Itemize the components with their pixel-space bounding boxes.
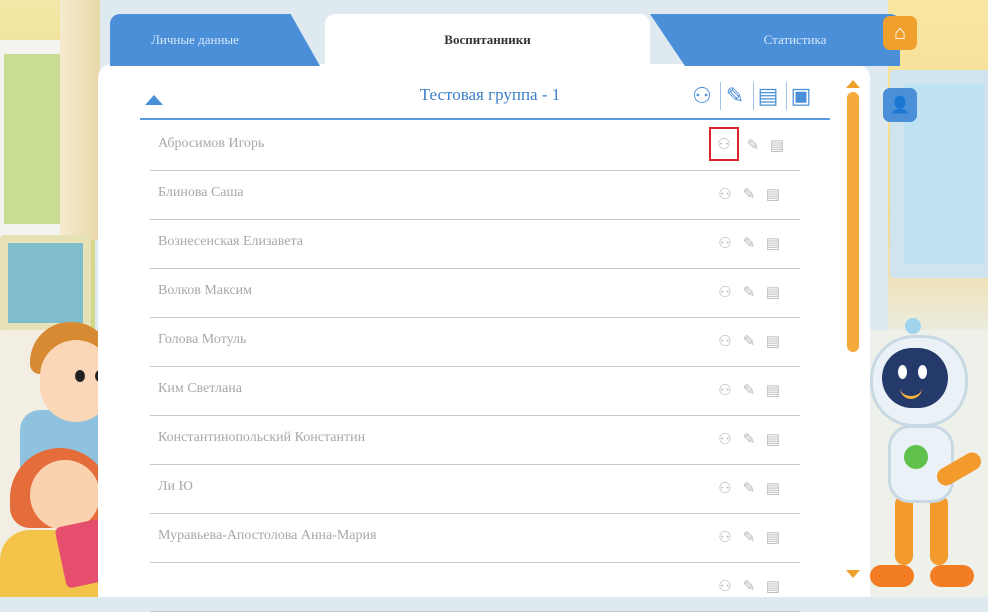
users-icon[interactable]: ⚇: [709, 127, 739, 161]
users-icon[interactable]: ⚇: [715, 526, 735, 548]
tab-personal-data-label: Личные данные: [151, 32, 239, 47]
robot-face: [882, 348, 948, 408]
student-row-actions: ⚇ ✎ ▤: [715, 379, 783, 401]
tab-statistics[interactable]: Статистика: [650, 14, 900, 66]
document-icon[interactable]: ▤: [763, 477, 783, 499]
document-icon[interactable]: ▤: [763, 281, 783, 303]
student-row-actions: ⚇ ✎ ▤: [715, 526, 783, 548]
document-icon[interactable]: ▤: [763, 183, 783, 205]
student-row[interactable]: Вознесенская Елизавета ⚇ ✎ ▤: [150, 220, 800, 269]
student-row-actions: ⚇ ✎ ▤: [715, 428, 783, 450]
users-icon[interactable]: ⚇: [715, 428, 735, 450]
users-icon[interactable]: ⚇: [688, 82, 716, 110]
users-icon[interactable]: ⚇: [715, 183, 735, 205]
student-name: Муравьева-Апостолова Анна-Мария: [158, 528, 377, 543]
student-row-actions: ⚇ ✎ ▤: [709, 127, 787, 161]
document-icon[interactable]: ▤: [763, 428, 783, 450]
users-icon[interactable]: ⚇: [715, 232, 735, 254]
scroll-down-arrow-icon[interactable]: [846, 570, 860, 578]
tab-statistics-label: Статистика: [763, 32, 827, 47]
document-filled-icon[interactable]: ▣: [786, 82, 815, 110]
student-row-actions: ⚇ ✎ ▤: [715, 477, 783, 499]
student-row[interactable]: Голова Мотуль ⚇ ✎ ▤: [150, 318, 800, 367]
scrollbar[interactable]: [846, 80, 860, 352]
document-icon[interactable]: ▤: [763, 330, 783, 352]
users-icon[interactable]: ⚇: [715, 330, 735, 352]
edit-icon[interactable]: ✎: [739, 379, 759, 401]
robot-leg: [930, 495, 948, 565]
edit-icon[interactable]: ✎: [739, 428, 759, 450]
student-row[interactable]: Блинова Саша ⚇ ✎ ▤: [150, 171, 800, 220]
robot-eye: [898, 365, 907, 379]
boy-eye: [75, 370, 85, 382]
document-icon[interactable]: ▤: [763, 526, 783, 548]
scroll-up-arrow-icon[interactable]: [846, 80, 860, 88]
left-shelf: [0, 235, 91, 331]
student-row[interactable]: ⚇ ✎ ▤: [150, 563, 800, 612]
student-name: Вознесенская Елизавета: [158, 234, 303, 249]
student-name: Абросимов Игорь: [158, 136, 265, 151]
document-icon[interactable]: ▤: [763, 232, 783, 254]
tab-pupils-label: Воспитанники: [444, 32, 531, 47]
student-name: Голова Мотуль: [158, 332, 247, 347]
edit-icon[interactable]: ✎: [739, 232, 759, 254]
user-stats-button[interactable]: 👤: [883, 88, 917, 122]
document-icon[interactable]: ▤: [767, 134, 787, 156]
student-row-actions: ⚇ ✎ ▤: [715, 183, 783, 205]
home-button[interactable]: ⌂: [883, 16, 917, 50]
home-icon: ⌂: [893, 21, 906, 44]
edit-icon[interactable]: ✎: [720, 82, 749, 110]
student-name: Константинопольский Константин: [158, 430, 366, 445]
student-row-actions: ⚇ ✎ ▤: [715, 281, 783, 303]
group-header-actions: ⚇ ✎ ▤ ▣: [688, 82, 815, 110]
robot-antenna: [905, 318, 921, 334]
document-icon[interactable]: ▤: [763, 379, 783, 401]
edit-icon[interactable]: ✎: [739, 526, 759, 548]
document-icon[interactable]: ▤: [753, 82, 782, 110]
student-name: Волков Максим: [158, 283, 253, 298]
users-icon[interactable]: ⚇: [715, 477, 735, 499]
users-icon[interactable]: ⚇: [715, 281, 735, 303]
tab-personal-data[interactable]: Личные данные: [110, 14, 320, 66]
student-list: Абросимов Игорь ⚇ ✎ ▤ Блинова Саша ⚇ ✎ ▤ Вознесе…: [150, 122, 800, 612]
student-row[interactable]: Константинопольский Константин ⚇ ✎ ▤: [150, 416, 800, 465]
student-row[interactable]: Ким Светлана ⚇ ✎ ▤: [150, 367, 800, 416]
robot-eye: [918, 365, 927, 379]
users-icon[interactable]: ⚇: [715, 575, 735, 597]
edit-icon[interactable]: ✎: [739, 183, 759, 205]
student-row-actions: ⚇ ✎ ▤: [715, 232, 783, 254]
edit-icon[interactable]: ✎: [739, 281, 759, 303]
student-name: Блинова Саша: [158, 185, 244, 200]
left-curtain: [60, 0, 100, 240]
robot-foot: [870, 565, 914, 587]
robot-leg: [895, 495, 913, 565]
student-row-actions: ⚇ ✎ ▤: [715, 575, 783, 597]
student-row[interactable]: Ли Ю ⚇ ✎ ▤: [150, 465, 800, 514]
student-row[interactable]: Муравьева-Апостолова Анна-Мария ⚇ ✎ ▤: [150, 514, 800, 563]
tab-pupils[interactable]: Воспитанники: [325, 14, 650, 66]
edit-icon[interactable]: ✎: [739, 477, 759, 499]
student-row-actions: ⚇ ✎ ▤: [715, 330, 783, 352]
edit-icon[interactable]: ✎: [743, 134, 763, 156]
student-name: Ким Светлана: [158, 381, 242, 396]
group-title: Тестовая группа - 1: [419, 85, 561, 104]
robot-foot: [930, 565, 974, 587]
scroll-thumb[interactable]: [847, 92, 859, 352]
student-row[interactable]: Волков Максим ⚇ ✎ ▤: [150, 269, 800, 318]
users-icon[interactable]: ⚇: [715, 379, 735, 401]
collapse-arrow-icon[interactable]: [145, 95, 163, 105]
robot-chest-light: [904, 445, 928, 469]
document-icon[interactable]: ▤: [763, 575, 783, 597]
user-chart-icon: 👤: [890, 97, 910, 114]
edit-icon[interactable]: ✎: [739, 575, 759, 597]
student-name: Ли Ю: [158, 479, 193, 494]
edit-icon[interactable]: ✎: [739, 330, 759, 352]
student-row[interactable]: Абросимов Игорь ⚇ ✎ ▤: [150, 122, 800, 171]
